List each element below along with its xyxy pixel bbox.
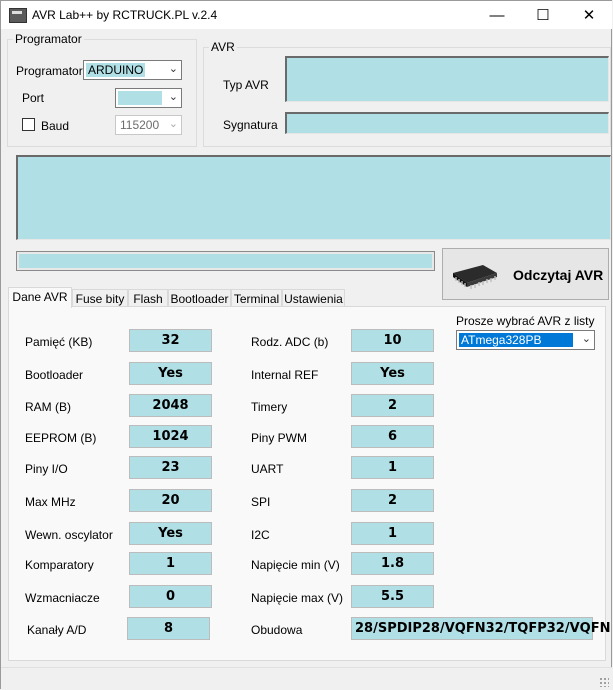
obudowa-value: 28/SPDIP28/VQFN32/TQFP32/VQFN: [351, 617, 610, 640]
row-value: 2: [351, 394, 434, 417]
baud-select[interactable]: 115200 ⌄: [115, 115, 182, 135]
app-icon: [9, 8, 27, 23]
row-label: I2C: [251, 528, 270, 542]
row-label: Napięcie max (V): [251, 591, 344, 605]
read-avr-button-label: Odczytaj AVR: [513, 267, 604, 283]
maximize-button[interactable]: ☐: [520, 1, 566, 29]
row-label: UART: [251, 462, 284, 476]
row-label: Internal REF: [251, 368, 319, 382]
port-select-value: [118, 91, 162, 105]
row-label: Rodz. ADC (b): [251, 335, 329, 349]
row-value: 1: [351, 456, 434, 479]
row-value: 8: [127, 617, 210, 640]
baud-select-value: 115200: [120, 118, 160, 132]
row-value: 1: [129, 552, 212, 575]
row-label: Obudowa: [251, 623, 303, 637]
avr-group-title: AVR: [209, 40, 237, 54]
programator-select[interactable]: ARDUINO ⌄: [83, 60, 182, 80]
row-value: Yes: [129, 522, 212, 545]
row-label: RAM (B): [25, 400, 71, 414]
row-label: Max MHz: [25, 495, 76, 509]
minimize-button[interactable]: —: [474, 1, 520, 29]
row-value: 23: [129, 456, 212, 479]
programator-select-value: ARDUINO: [86, 63, 146, 77]
row-label: Bootloader: [25, 368, 84, 382]
tab-terminal[interactable]: Terminal: [231, 289, 282, 307]
close-button[interactable]: ✕: [566, 1, 612, 29]
avr-model-select[interactable]: ATmega328PB ⌄: [456, 330, 595, 350]
row-value: Yes: [129, 362, 212, 385]
tab-flash[interactable]: Flash: [128, 289, 168, 307]
row-value: 1024: [129, 425, 212, 448]
row-label: Piny I/O: [25, 462, 68, 476]
row-label: Piny PWM: [251, 431, 308, 445]
row-value: Yes: [351, 362, 434, 385]
row-value: 2048: [129, 394, 212, 417]
row-label: SPI: [251, 495, 271, 509]
typ-avr-label: Typ AVR: [223, 78, 269, 92]
progress-bar: [16, 251, 435, 271]
tab-ustawienia[interactable]: Ustawienia: [282, 289, 345, 307]
row-label: Komparatory: [25, 558, 94, 572]
row-value: 10: [351, 329, 434, 352]
programator-label: Programator: [16, 64, 83, 78]
title-bar: AVR Lab++ by RCTRUCK.PL v.2.4 — ☐ ✕: [1, 1, 612, 29]
row-label: Wewn. oscylator: [25, 528, 113, 542]
avr-model-select-value: ATmega328PB: [459, 333, 573, 347]
tab-bootloader[interactable]: Bootloader: [168, 289, 231, 307]
row-label: Timery: [251, 400, 288, 414]
typ-avr-field: [285, 56, 609, 102]
row-value: 32: [129, 329, 212, 352]
dane-avr-panel: [8, 306, 606, 661]
row-label: Napięcie min (V): [251, 558, 340, 572]
row-value: 2: [351, 489, 434, 512]
select-avr-label: Prosze wybrać AVR z listy: [456, 314, 595, 328]
tab-dane-avr[interactable]: Dane AVR: [8, 287, 72, 308]
app-window: AVR Lab++ by RCTRUCK.PL v.2.4 — ☐ ✕ Prog…: [0, 0, 612, 690]
window-title: AVR Lab++ by RCTRUCK.PL v.2.4: [32, 8, 218, 22]
port-select[interactable]: ⌄: [115, 88, 182, 108]
baud-label: Baud: [41, 119, 70, 133]
tab-fuse-bity[interactable]: Fuse bity: [72, 289, 128, 307]
chevron-down-icon: ⌄: [581, 333, 591, 345]
row-value: 20: [129, 489, 212, 512]
row-label: Pamięć (KB): [25, 335, 93, 349]
row-value: 1: [351, 522, 434, 545]
resize-grip-icon[interactable]: [599, 677, 609, 687]
status-bar: [1, 667, 612, 690]
read-avr-button[interactable]: Odczytaj AVR: [442, 248, 609, 300]
row-value: 5.5: [351, 585, 434, 608]
row-value: 1.8: [351, 552, 434, 575]
row-value: 6: [351, 425, 434, 448]
port-label: Port: [22, 91, 45, 105]
baud-checkbox[interactable]: [22, 118, 35, 131]
sygnatura-label: Sygnatura: [223, 118, 278, 132]
chevron-down-icon: ⌄: [168, 91, 178, 103]
row-label: EEPROM (B): [25, 431, 97, 445]
chevron-down-icon: ⌄: [168, 118, 178, 130]
log-output-area[interactable]: [16, 155, 611, 240]
chevron-down-icon: ⌄: [168, 63, 178, 75]
sygnatura-field: [285, 112, 609, 134]
chip-icon: [453, 265, 497, 289]
row-value: 0: [129, 585, 212, 608]
row-label: Wzmacniacze: [25, 591, 100, 605]
programator-group-title: Programator: [13, 32, 84, 46]
row-label: Kanały A/D: [27, 623, 87, 637]
